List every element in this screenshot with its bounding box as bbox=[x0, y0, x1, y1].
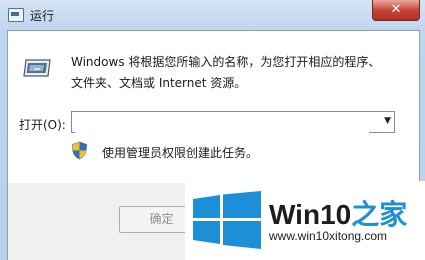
dialog-body: Windows 将根据您所输入的名称，为您打开相应的程序、 文件夹、文档或 In… bbox=[7, 30, 420, 184]
dialog-description: Windows 将根据您所输入的名称，为您打开相应的程序、 文件夹、文档或 In… bbox=[71, 52, 401, 94]
watermark-url: www.win10xitong.com bbox=[269, 229, 388, 243]
chevron-down-icon[interactable]: ▼ bbox=[384, 116, 391, 126]
description-line-2: 文件夹、文档或 Internet 资源。 bbox=[71, 76, 247, 90]
watermark-brand-accent: 之家 bbox=[351, 199, 408, 230]
watermark-overlay: Win10之家 www.win10xitong.com bbox=[185, 181, 425, 260]
windows-logo-icon bbox=[193, 191, 261, 249]
window-title: 运行 bbox=[30, 9, 55, 23]
run-dialog-window: 运行 ✕ Windows 将根据您所输入的名称，为您打开相应的程序、 文件夹、文… bbox=[0, 0, 425, 260]
open-input[interactable] bbox=[75, 113, 369, 133]
open-combobox[interactable]: ▼ bbox=[71, 111, 395, 133]
open-label: 打开(O): bbox=[19, 118, 66, 132]
admin-privilege-note: 使用管理员权限创建此任务。 bbox=[102, 146, 259, 160]
title-bar[interactable]: 运行 ✕ bbox=[0, 0, 425, 30]
watermark-brand: Win10之家 bbox=[269, 193, 407, 233]
uac-shield-icon bbox=[72, 141, 87, 160]
run-dialog-icon bbox=[23, 59, 51, 77]
description-line-1: Windows 将根据您所输入的名称，为您打开相应的程序、 bbox=[71, 55, 381, 69]
run-app-icon bbox=[8, 8, 24, 22]
watermark-brand-main: Win10 bbox=[269, 199, 352, 230]
close-button[interactable]: ✕ bbox=[372, 0, 420, 21]
